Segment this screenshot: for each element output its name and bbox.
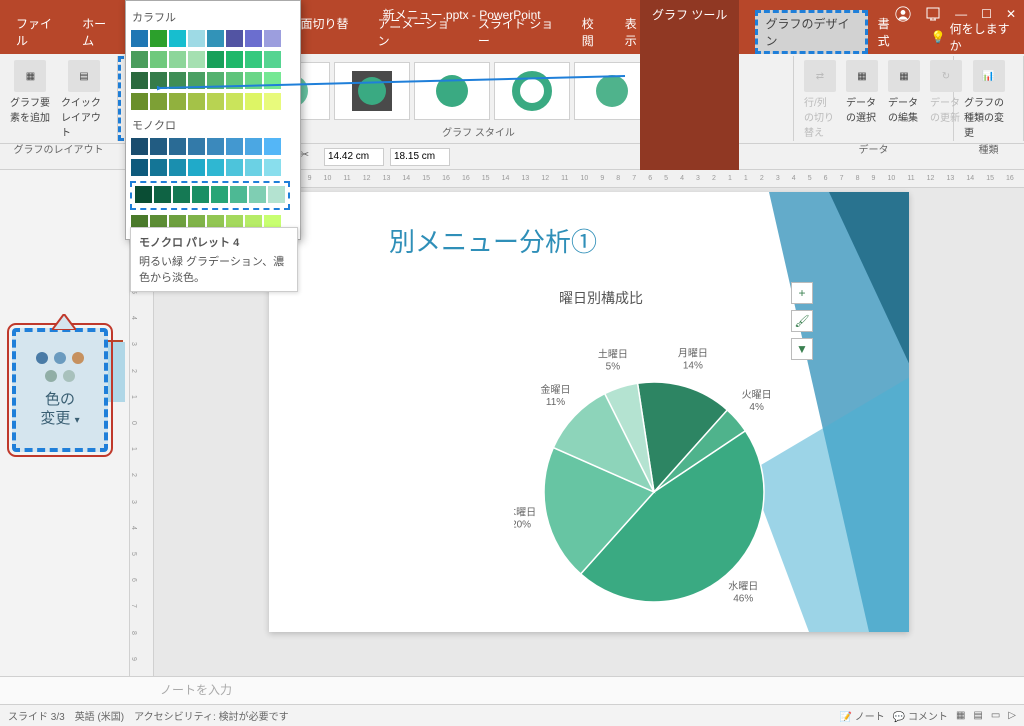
- color-row[interactable]: [130, 29, 296, 48]
- select-data-icon: ▦: [846, 60, 878, 92]
- width-input[interactable]: [324, 148, 384, 166]
- tab-animations[interactable]: アニメーション: [368, 10, 468, 54]
- svg-text:月曜日: 月曜日: [678, 348, 708, 360]
- tab-review[interactable]: 校閲: [572, 10, 615, 54]
- select-data-button[interactable]: ▦データの選択: [842, 58, 882, 141]
- color-row[interactable]: [130, 92, 296, 111]
- add-element-icon: ▦: [14, 60, 46, 92]
- svg-text:5%: 5%: [606, 361, 621, 372]
- pie-chart[interactable]: 月曜日14% 火曜日4% 水曜日46% 木曜日20% 金曜日11% 土曜日5%: [514, 342, 794, 622]
- slide-counter[interactable]: スライド 3/3: [8, 708, 65, 723]
- tab-chart-design[interactable]: グラフのデザイン: [755, 10, 867, 54]
- change-chart-type-button[interactable]: 📊グラフの種類の変更: [960, 58, 1017, 141]
- svg-text:木曜日: 木曜日: [514, 507, 536, 519]
- switch-row-col-button: ⇄行/列の切り替え: [800, 58, 840, 141]
- reading-view-icon[interactable]: ▭: [991, 710, 1000, 721]
- close-button[interactable]: ✕: [1006, 7, 1016, 21]
- quick-layout-icon: ▤: [68, 60, 100, 92]
- chart-filter-button[interactable]: ▼: [791, 338, 813, 360]
- color-row-selected[interactable]: [130, 181, 290, 210]
- tab-file[interactable]: ファイル: [6, 10, 72, 54]
- sorter-view-icon[interactable]: ▤: [973, 710, 982, 721]
- svg-text:土曜日: 土曜日: [598, 347, 628, 360]
- type-group-label: 種類: [960, 141, 1017, 156]
- colorful-heading: カラフル: [130, 5, 296, 29]
- tooltip-title: モノクロ パレット 4: [139, 234, 289, 250]
- minimize-button[interactable]: —: [955, 7, 967, 21]
- callout-label: 色の変更 ▾: [40, 390, 79, 429]
- svg-text:46%: 46%: [733, 594, 753, 605]
- language-indicator[interactable]: 英語 (米国): [75, 708, 124, 723]
- tooltip-body: 明るい緑 グラデーション、濃色から淡色。: [139, 253, 289, 285]
- color-row[interactable]: [130, 137, 296, 156]
- color-row[interactable]: [130, 158, 296, 177]
- change-type-icon: 📊: [973, 60, 1005, 92]
- status-bar: スライド 3/3 英語 (米国) アクセシビリティ: 検討が必要です 📝 ノート…: [0, 704, 1024, 726]
- chart-title[interactable]: 曜日別構成比: [559, 288, 643, 308]
- maximize-button[interactable]: ☐: [981, 7, 992, 21]
- svg-text:11%: 11%: [546, 397, 565, 408]
- color-dropdown: カラフル モノクロ モノクロ パレット 4 明るい緑 グラデーション、濃色から淡…: [125, 0, 301, 240]
- accessibility-indicator[interactable]: アクセシビリティ: 検討が必要です: [134, 708, 288, 723]
- svg-text:14%: 14%: [683, 361, 703, 372]
- tell-me[interactable]: 💡 何をしますか: [931, 20, 1018, 54]
- svg-text:金曜日: 金曜日: [541, 383, 571, 396]
- annotation-arrow: [157, 72, 677, 92]
- tab-format[interactable]: 書式: [868, 10, 911, 54]
- tab-home[interactable]: ホーム: [72, 10, 126, 54]
- svg-text:4%: 4%: [749, 402, 764, 413]
- color-row[interactable]: [130, 50, 296, 69]
- layout-group-label: グラフのレイアウト: [6, 141, 111, 156]
- slide-title[interactable]: 別メニュー分析①: [389, 222, 597, 259]
- lightbulb-icon: 💡: [931, 30, 946, 44]
- slide-canvas[interactable]: 別メニュー分析① 曜日別構成比 月曜日14% 火曜日4% 水曜日46% 木曜日20% 金…: [269, 192, 909, 632]
- edit-data-icon: ▦: [888, 60, 920, 92]
- crop-icon[interactable]: ✂: [300, 148, 318, 166]
- normal-view-icon[interactable]: ▦: [956, 710, 965, 721]
- add-chart-element-button[interactable]: ▦ グラフ要素を追加: [6, 58, 55, 141]
- change-colors-callout: 色の変更 ▾: [12, 328, 108, 452]
- svg-text:火曜日: 火曜日: [742, 389, 772, 401]
- swap-icon: ⇄: [804, 60, 836, 92]
- edit-data-button[interactable]: ▦データの編集: [884, 58, 924, 141]
- svg-text:水曜日: 水曜日: [728, 581, 758, 593]
- chart-plus-button[interactable]: +: [791, 282, 813, 304]
- callout-dots-icon: [35, 352, 85, 382]
- slideshow-view-icon[interactable]: ▷: [1008, 710, 1016, 721]
- tab-slideshow[interactable]: スライド ショー: [468, 10, 572, 54]
- height-input[interactable]: [390, 148, 450, 166]
- notes-area[interactable]: ノートを入力: [0, 676, 1024, 704]
- quick-layout-button[interactable]: ▤ クイックレイアウト: [57, 58, 111, 141]
- chart-brush-button[interactable]: 🖌: [791, 310, 813, 332]
- svg-text:20%: 20%: [514, 520, 531, 531]
- notes-button[interactable]: 📝 ノート: [839, 708, 884, 723]
- mono-heading: モノクロ: [130, 113, 296, 137]
- data-group-label: データ: [800, 141, 947, 156]
- comments-button[interactable]: 💬 コメント: [893, 708, 948, 723]
- color-tooltip: モノクロ パレット 4 明るい緑 グラデーション、濃色から淡色。: [130, 227, 298, 292]
